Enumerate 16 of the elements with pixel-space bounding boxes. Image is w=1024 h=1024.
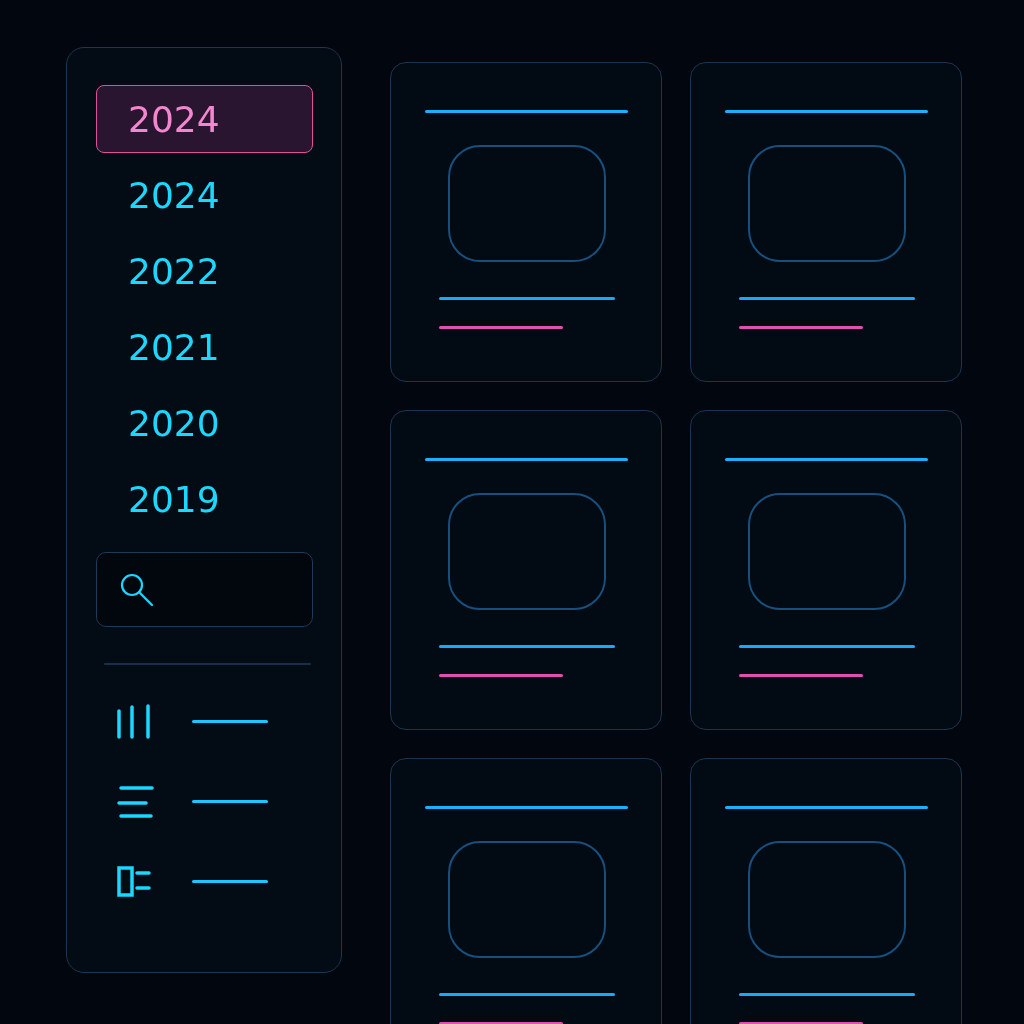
year-item[interactable]: 2019 — [96, 465, 313, 533]
search-icon — [119, 571, 155, 608]
year-item[interactable]: 2024 — [96, 161, 313, 229]
year-item[interactable]: 2024 — [96, 85, 313, 153]
list-icon[interactable] — [116, 783, 154, 819]
panel-icon[interactable] — [116, 863, 154, 899]
year-item[interactable]: 2022 — [96, 237, 313, 305]
placeholder-card[interactable] — [390, 62, 662, 382]
placeholder-card[interactable] — [690, 410, 962, 730]
placeholder-card[interactable] — [390, 410, 662, 730]
year-item[interactable]: 2020 — [96, 389, 313, 457]
placeholder-card[interactable] — [690, 62, 962, 382]
placeholder-card[interactable] — [690, 758, 962, 1024]
search-field[interactable] — [96, 552, 313, 627]
placeholder-card[interactable] — [390, 758, 662, 1024]
year-item[interactable]: 2021 — [96, 313, 313, 381]
